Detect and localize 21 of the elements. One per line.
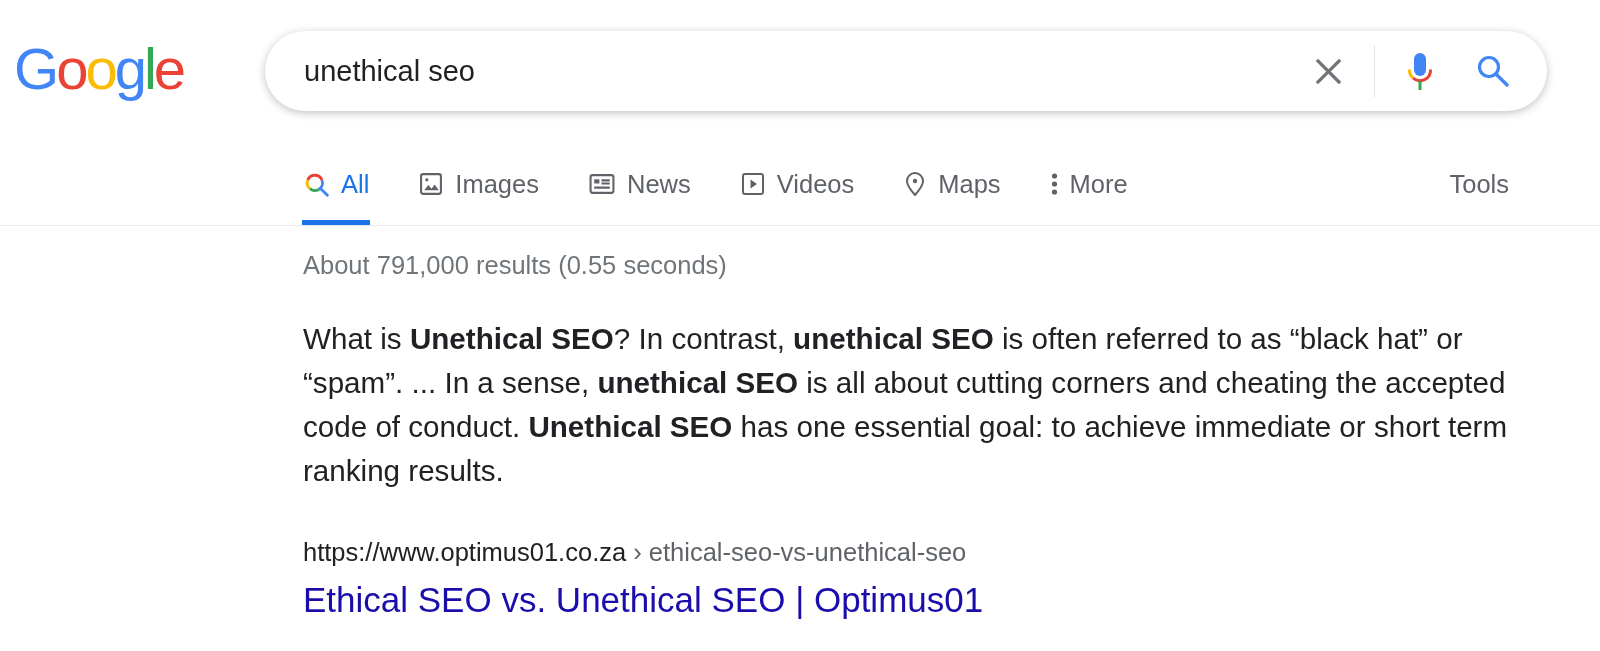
result-stats: About 791,000 results (0.55 seconds) bbox=[303, 250, 728, 281]
tab[interactable]: Videos bbox=[738, 111, 856, 225]
newspaper-icon bbox=[588, 172, 615, 196]
tab[interactable]: News bbox=[586, 111, 692, 225]
image-icon bbox=[419, 172, 444, 196]
microphone-icon bbox=[1407, 52, 1433, 90]
tab[interactable]: Maps bbox=[902, 111, 1002, 225]
map-pin-icon bbox=[904, 171, 927, 197]
tab[interactable]: All bbox=[302, 111, 371, 225]
search-icon bbox=[1477, 55, 1509, 87]
more-icon bbox=[1050, 172, 1058, 196]
search-icon bbox=[304, 171, 329, 197]
result-title-link[interactable]: Ethical SEO vs. Unethical SEO | Optimus01 bbox=[303, 577, 984, 622]
tools-button[interactable]: Tools bbox=[1449, 111, 1509, 225]
result-url: https://www.optimus01.co.za › ethical-seo-vs-unethical-seo bbox=[303, 537, 967, 568]
featured-snippet-text: What is Unethical SEO? In contrast, unethical SEO is often referred to as “black hat” or “spam”. ... In a sense, unethical SEO is all about cutting corners and cheating the accepted code of conduct. Unethical SEO has one essential goal: to achieve immediate or short term ranking results. bbox=[303, 321, 1509, 489]
play-icon bbox=[740, 172, 765, 196]
tab[interactable]: Images bbox=[417, 111, 540, 225]
tab[interactable]: More bbox=[1048, 111, 1129, 225]
search-input[interactable]: unethical seo bbox=[304, 49, 1306, 93]
close-icon bbox=[1314, 57, 1342, 85]
